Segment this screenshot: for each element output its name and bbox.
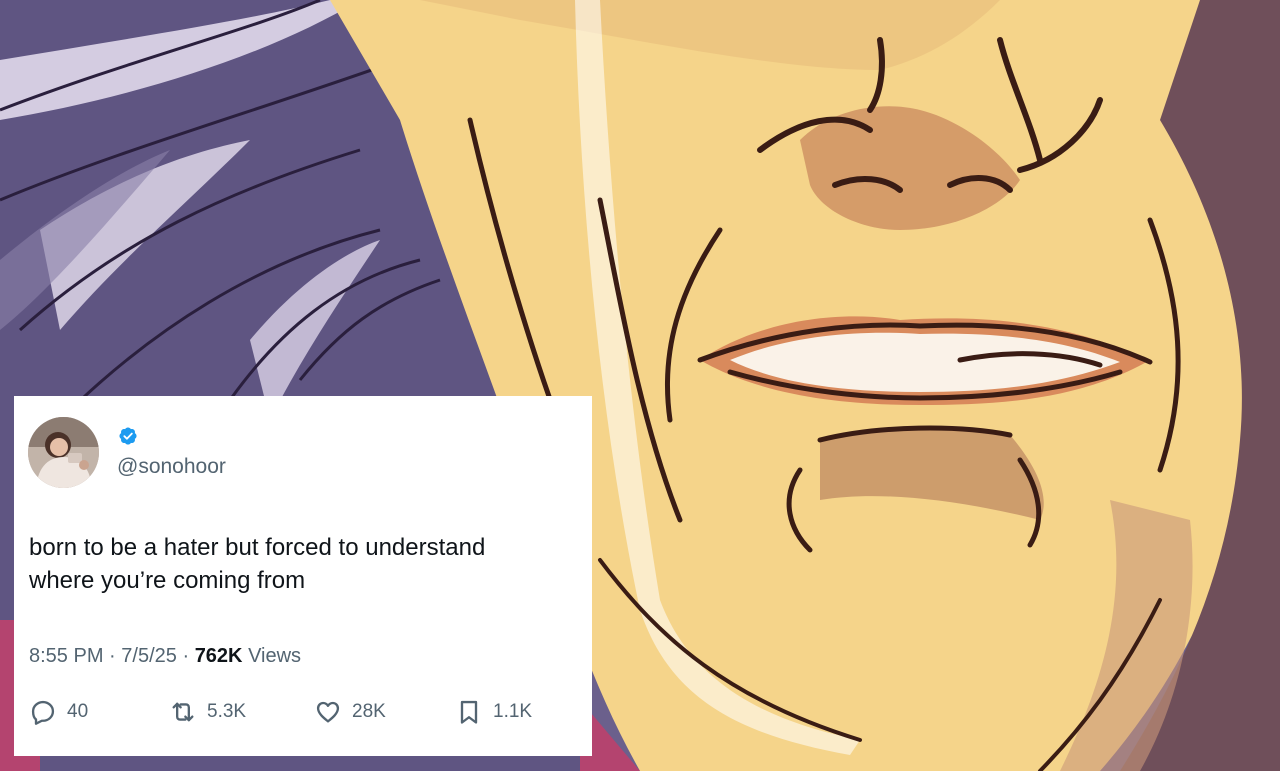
avatar-image: [28, 417, 99, 488]
repost-count: 5.3K: [207, 701, 247, 722]
bookmark-icon: [460, 700, 478, 724]
avatar[interactable]: [28, 417, 99, 488]
views-label: Views: [248, 645, 302, 667]
tweet-time[interactable]: 8:55 PM: [29, 645, 103, 667]
like-count: 28K: [352, 701, 386, 722]
user-handle[interactable]: @sonohoor: [117, 455, 226, 479]
like-icon: [316, 701, 340, 723]
reply-button[interactable]: 40: [29, 697, 88, 727]
reply-count: 40: [67, 701, 89, 722]
meta-separator: ·: [109, 645, 116, 667]
reply-icon: [31, 700, 55, 725]
verified-badge-icon: [119, 427, 137, 445]
bookmark-button[interactable]: 1.1K: [455, 697, 532, 727]
tweet-meta: 8:55 PM · 7/5/25 · 762K Views: [29, 643, 301, 669]
bookmark-count: 1.1K: [493, 701, 533, 722]
views-count: 762K: [194, 645, 243, 667]
tweet-text-line: born to be a hater but forced to underst…: [29, 534, 486, 561]
repost-button[interactable]: 5.3K: [169, 697, 246, 727]
meta-separator: ·: [182, 645, 190, 667]
repost-icon: [172, 702, 194, 722]
like-button[interactable]: 28K: [314, 697, 386, 727]
tweet-text: born to be a hater but forced to underst…: [29, 531, 579, 597]
tweet-text-line: where you’re coming from: [29, 567, 306, 594]
tweet-date[interactable]: 7/5/25: [121, 645, 177, 667]
